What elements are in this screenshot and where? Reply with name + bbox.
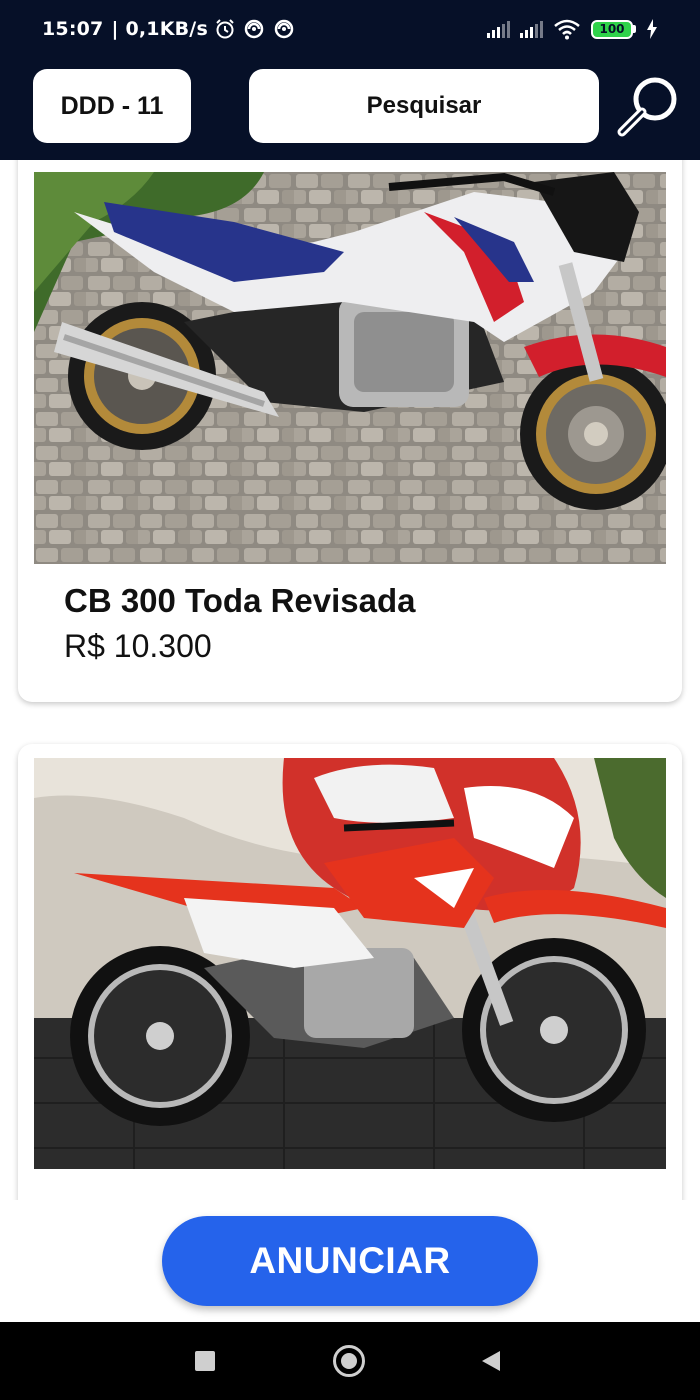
search-icon[interactable] [612, 74, 684, 138]
battery-level: 100 [591, 19, 633, 39]
motorcycle-photo [34, 172, 666, 564]
battery-icon: 100 [591, 19, 636, 39]
ddd-selector-button[interactable]: DDD - 11 [33, 69, 191, 143]
alarm-icon [216, 19, 234, 39]
listing-title[interactable]: CB 300 Toda Revisada [64, 582, 416, 620]
listing-feed[interactable]: CB 300 Toda Revisada R$ 10.300 [0, 160, 700, 1200]
app-header: DDD - 11 Pesquisar [0, 58, 700, 160]
listing-card[interactable] [18, 744, 682, 1200]
home-circle-icon[interactable] [333, 1345, 365, 1377]
back-triangle-icon[interactable] [482, 1351, 500, 1371]
anunciar-button[interactable]: ANUNCIAR [162, 1216, 538, 1306]
search-input[interactable]: Pesquisar [249, 69, 599, 143]
system-nav-bar [0, 1322, 700, 1400]
sync-icon [244, 19, 264, 39]
listing-photo[interactable] [34, 172, 666, 564]
listing-price: R$ 10.300 [64, 628, 212, 664]
network-speed: | 0,1KB/s [111, 18, 208, 40]
app-screen: 15:07 | 0,1KB/s 100 DDD - 11 Pesquisar C… [0, 0, 700, 1400]
wifi-icon [554, 19, 580, 40]
status-right-icons: 100 [487, 18, 658, 40]
listing-card[interactable]: CB 300 Toda Revisada R$ 10.300 [18, 160, 682, 702]
status-bar: 15:07 | 0,1KB/s 100 [0, 0, 700, 58]
sync-icon [274, 19, 294, 39]
signal-icon [487, 20, 510, 38]
signal-icon [520, 20, 543, 38]
bottom-area: ANUNCIAR [0, 1200, 700, 1322]
status-left-icons [214, 18, 296, 40]
listing-photo[interactable] [34, 758, 666, 1169]
status-time: 15:07 [42, 18, 104, 40]
recents-square-icon[interactable] [195, 1351, 215, 1371]
charging-icon [647, 19, 657, 39]
motorcycle-photo [34, 758, 666, 1169]
